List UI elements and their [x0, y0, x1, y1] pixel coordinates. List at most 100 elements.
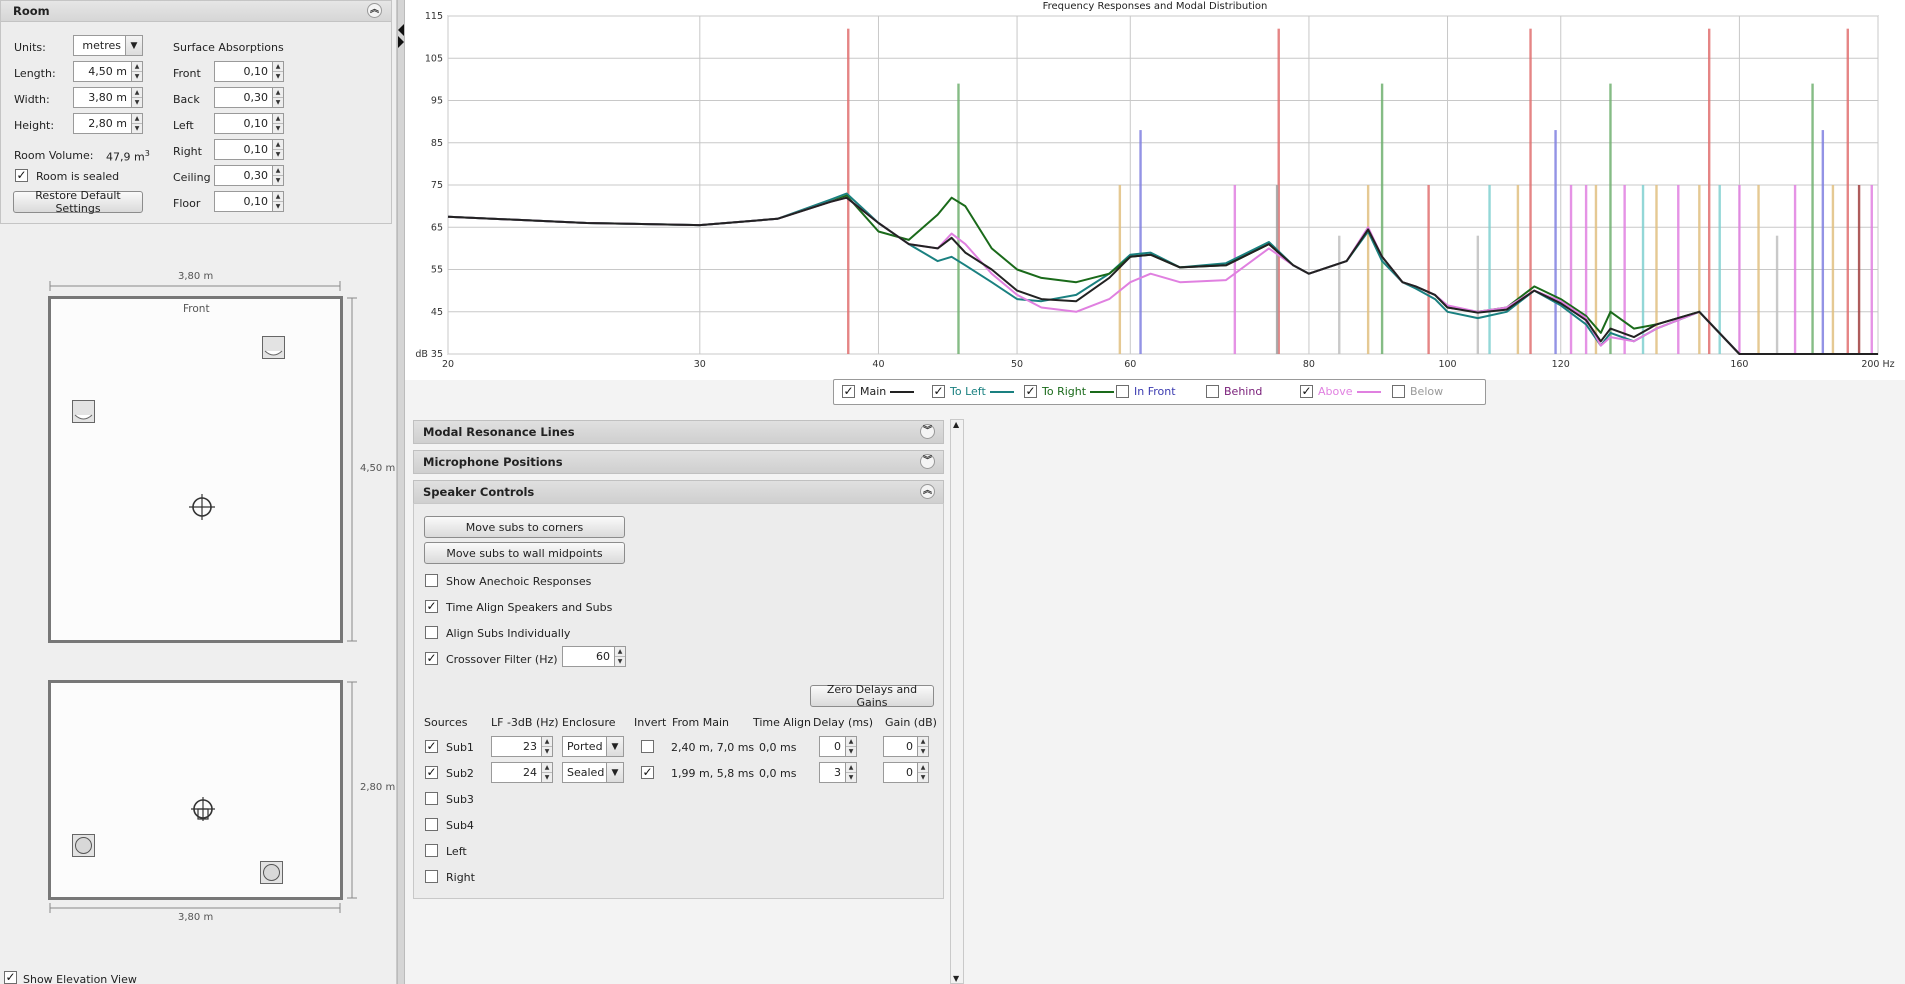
lf-spinner[interactable]: 23 ▲ ▼	[491, 736, 553, 757]
spin-down-icon[interactable]: ▼	[918, 773, 928, 782]
spin-up-icon[interactable]: ▲	[273, 140, 283, 150]
spinner-arrows[interactable]: ▲ ▼	[541, 763, 552, 782]
spinner-arrows[interactable]: ▲ ▼	[131, 62, 142, 81]
spin-down-icon[interactable]: ▼	[542, 747, 552, 756]
spin-up-icon[interactable]: ▲	[132, 88, 142, 98]
frequency-response-chart[interactable]: dB 35 45 55 65 75 85 95 105 115 20 30 40 50 60 80 100 12…	[405, 0, 1905, 376]
spin-up-icon[interactable]: ▲	[273, 192, 283, 202]
spinner-arrows[interactable]: ▲ ▼	[272, 114, 283, 133]
absorption-value[interactable]: 0,10	[215, 62, 272, 81]
spin-down-icon[interactable]: ▼	[918, 747, 928, 756]
chevron-down-icon[interactable]: ▼	[606, 737, 623, 756]
lf-spinner[interactable]: 24 ▲ ▼	[491, 762, 553, 783]
crossover-value[interactable]: 60	[563, 647, 614, 666]
absorption-value[interactable]: 0,30	[215, 166, 272, 185]
expand-icon[interactable]: ︾	[920, 424, 935, 439]
vertical-scrollbar[interactable]: ▲ ▼	[950, 419, 964, 984]
spin-down-icon[interactable]: ▼	[132, 72, 142, 81]
speaker-icon[interactable]	[72, 400, 95, 423]
collapse-icon[interactable]: ︽	[367, 3, 382, 18]
spin-down-icon[interactable]: ▼	[273, 150, 283, 159]
room-sealed-checkbox[interactable]: ✓	[15, 169, 28, 182]
modal-resonance-section-header[interactable]: Modal Resonance Lines ︾	[413, 420, 944, 444]
spin-down-icon[interactable]: ▼	[273, 98, 283, 107]
spinner-arrows[interactable]: ▲ ▼	[272, 140, 283, 159]
spin-down-icon[interactable]: ▼	[273, 202, 283, 211]
absorption-value[interactable]: 0,10	[215, 192, 272, 211]
invert-checkbox[interactable]: ✓	[641, 766, 654, 779]
units-select[interactable]: metres ▼	[73, 35, 143, 56]
absorption-spinner[interactable]: 0,10 ▲ ▼	[214, 61, 284, 82]
microphone-positions-section-header[interactable]: Microphone Positions ︾	[413, 450, 944, 474]
source-checkbox[interactable]: ✓	[425, 740, 438, 753]
legend-item[interactable]: Below	[1392, 385, 1443, 398]
scroll-up-icon[interactable]: ▲	[953, 420, 959, 429]
collapse-icon[interactable]: ︽	[920, 484, 935, 499]
option-checkbox[interactable]: ✓	[425, 652, 438, 665]
delay-spinner[interactable]: 0 ▲ ▼	[819, 736, 857, 757]
zero-delays-gains-button[interactable]: Zero Delays and Gains	[810, 683, 934, 709]
spinner-arrows[interactable]: ▲ ▼	[614, 647, 625, 666]
height-value[interactable]: 2,80 m	[74, 114, 131, 133]
invert-checkbox[interactable]	[641, 740, 654, 753]
restore-defaults-button[interactable]: Restore Default Settings	[13, 189, 143, 215]
crossover-spinner[interactable]: 60 ▲ ▼	[562, 646, 626, 667]
spin-up-icon[interactable]: ▲	[273, 88, 283, 98]
spin-up-icon[interactable]: ▲	[273, 114, 283, 124]
absorption-value[interactable]: 0,30	[215, 88, 272, 107]
source-checkbox[interactable]	[425, 818, 438, 831]
length-value[interactable]: 4,50 m	[74, 62, 131, 81]
spin-up-icon[interactable]: ▲	[273, 62, 283, 72]
legend-item[interactable]: ✓ To Right	[1024, 385, 1115, 398]
spin-down-icon[interactable]: ▼	[132, 124, 142, 133]
room-panel-header[interactable]: Room ︽	[1, 1, 391, 22]
spinner-arrows[interactable]: ▲ ▼	[131, 114, 142, 133]
lf-value[interactable]: 23	[492, 737, 541, 756]
spin-up-icon[interactable]: ▲	[918, 737, 928, 747]
spin-down-icon[interactable]: ▼	[615, 657, 625, 666]
length-spinner[interactable]: 4,50 m ▲ ▼	[73, 61, 143, 82]
legend-item[interactable]: ✓ To Left	[932, 385, 1014, 398]
spinner-arrows[interactable]: ▲ ▼	[272, 192, 283, 211]
gain-spinner[interactable]: 0 ▲ ▼	[883, 736, 929, 757]
spin-up-icon[interactable]: ▲	[542, 763, 552, 773]
absorption-spinner[interactable]: 0,10 ▲ ▼	[214, 191, 284, 212]
spin-down-icon[interactable]: ▼	[846, 773, 856, 782]
legend-checkbox[interactable]: ✓	[932, 385, 945, 398]
speaker-controls-section-header[interactable]: Speaker Controls ︽	[413, 480, 944, 504]
chevron-down-icon[interactable]: ▼	[606, 763, 623, 782]
legend-checkbox[interactable]: ✓	[842, 385, 855, 398]
enclosure-select[interactable]: Sealed ▼	[562, 762, 624, 783]
microphone-crosshair-icon[interactable]	[189, 795, 217, 823]
legend-checkbox[interactable]	[1392, 385, 1405, 398]
legend-item[interactable]: ✓ Above	[1300, 385, 1381, 398]
subwoofer-icon[interactable]	[260, 861, 283, 884]
legend-checkbox[interactable]: ✓	[1300, 385, 1313, 398]
legend-checkbox[interactable]: ✓	[1024, 385, 1037, 398]
legend-item[interactable]: Behind	[1206, 385, 1262, 398]
spin-up-icon[interactable]: ▲	[132, 62, 142, 72]
spinner-arrows[interactable]: ▲ ▼	[917, 763, 928, 782]
delay-value[interactable]: 3	[820, 763, 845, 782]
show-elevation-checkbox[interactable]: ✓	[4, 971, 17, 984]
source-checkbox[interactable]	[425, 870, 438, 883]
delay-value[interactable]: 0	[820, 737, 845, 756]
width-spinner[interactable]: 3,80 m ▲ ▼	[73, 87, 143, 108]
split-divider[interactable]	[397, 0, 405, 984]
spin-down-icon[interactable]: ▼	[132, 98, 142, 107]
spinner-arrows[interactable]: ▲ ▼	[272, 88, 283, 107]
option-checkbox[interactable]: ✓	[425, 600, 438, 613]
expand-icon[interactable]: ︾	[920, 454, 935, 469]
spinner-arrows[interactable]: ▲ ▼	[845, 763, 856, 782]
spinner-arrows[interactable]: ▲ ▼	[541, 737, 552, 756]
legend-checkbox[interactable]	[1116, 385, 1129, 398]
enclosure-select[interactable]: Ported ▼	[562, 736, 624, 757]
lf-value[interactable]: 24	[492, 763, 541, 782]
delay-spinner[interactable]: 3 ▲ ▼	[819, 762, 857, 783]
absorption-value[interactable]: 0,10	[215, 114, 272, 133]
option-checkbox[interactable]	[425, 574, 438, 587]
gain-value[interactable]: 0	[884, 763, 917, 782]
spin-up-icon[interactable]: ▲	[615, 647, 625, 657]
spin-up-icon[interactable]: ▲	[542, 737, 552, 747]
spin-down-icon[interactable]: ▼	[846, 747, 856, 756]
